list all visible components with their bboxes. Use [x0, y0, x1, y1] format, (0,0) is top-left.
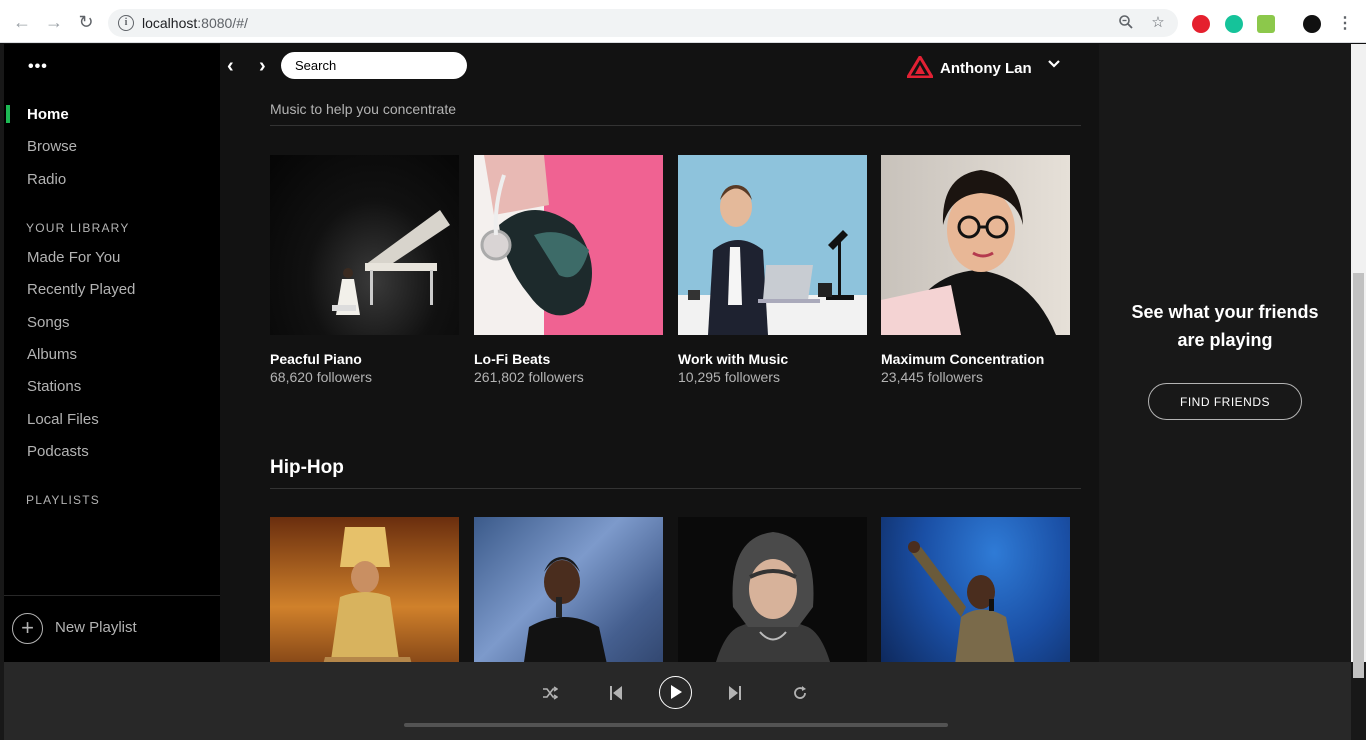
sidebar-item-albums[interactable]: Albums [27, 346, 77, 363]
main-content: ‹ › Anthony Lan Music to help you concen… [220, 44, 1099, 662]
card-title: Lo-Fi Beats [474, 351, 551, 367]
playlist-card[interactable]: Maximum Concentration 23,445 followers [881, 155, 1070, 385]
playlist-card[interactable] [678, 517, 867, 662]
play-icon [671, 685, 682, 699]
grammarly-extension-icon[interactable] [1225, 15, 1243, 33]
user-logo-icon [907, 56, 933, 78]
sidebar-item-browse[interactable]: Browse [27, 138, 77, 155]
playlist-card[interactable]: Work with Music 10,295 followers [678, 155, 867, 385]
artist-mic-image [474, 517, 663, 662]
previous-icon[interactable] [601, 678, 631, 708]
playlist-card[interactable]: Lo-Fi Beats 261,802 followers [474, 155, 663, 385]
piano-image [270, 155, 459, 335]
playlist-card[interactable] [881, 517, 1070, 662]
divider [270, 125, 1081, 126]
sidebar-item-songs[interactable]: Songs [27, 314, 70, 331]
sidebar-item-home[interactable]: Home [27, 106, 69, 123]
sidebar-item-recently-played[interactable]: Recently Played [27, 281, 135, 298]
friends-message: See what your friends are playing [1099, 298, 1351, 354]
address-bar[interactable]: i localhost:8080/#/ ☆ [108, 9, 1178, 37]
shuffle-icon[interactable] [535, 678, 565, 708]
new-playlist-button[interactable]: + New Playlist [4, 595, 220, 662]
profile-avatar[interactable] [1303, 15, 1321, 33]
chevron-right-icon[interactable]: › [259, 55, 266, 78]
new-playlist-label: New Playlist [55, 619, 137, 636]
play-button[interactable] [659, 676, 692, 709]
chevron-down-icon[interactable] [1047, 57, 1061, 76]
sidebar: ••• Home Browse Radio YOUR LIBRARY Made … [4, 44, 220, 662]
artist-gold-image [270, 517, 459, 662]
chevron-left-icon[interactable]: ‹ [227, 55, 234, 78]
playlist-card[interactable] [474, 517, 663, 662]
card-followers: 261,802 followers [474, 369, 584, 385]
progress-bar[interactable] [404, 723, 948, 727]
nodejs-extension-icon[interactable] [1257, 15, 1275, 33]
user-name: Anthony Lan [940, 60, 1032, 77]
reading-image [881, 155, 1070, 335]
playlists-section-title: PLAYLISTS [26, 493, 100, 507]
card-title: Work with Music [678, 351, 789, 367]
player-bar [4, 662, 1351, 740]
opera-extension-icon[interactable] [1192, 15, 1210, 33]
reload-icon[interactable]: ↻ [76, 12, 96, 32]
friends-message-line2: are playing [1177, 330, 1273, 350]
search-input[interactable] [281, 52, 467, 79]
app: ••• Home Browse Radio YOUR LIBRARY Made … [0, 44, 1366, 740]
scrollbar-thumb[interactable] [1353, 273, 1364, 678]
section-heading: Hip-Hop [270, 457, 344, 478]
friends-message-line1: See what your friends [1131, 302, 1319, 322]
card-followers: 10,295 followers [678, 369, 780, 385]
office-image [678, 155, 867, 335]
sidebar-item-stations[interactable]: Stations [27, 378, 81, 395]
browser-toolbar: ← → ↻ i localhost:8080/#/ ☆ ⋮ [0, 0, 1366, 43]
card-followers: 23,445 followers [881, 369, 983, 385]
sidebar-item-made-for-you[interactable]: Made For You [27, 249, 120, 266]
menu-dots-icon[interactable]: ••• [28, 58, 48, 76]
active-indicator [6, 105, 10, 123]
plus-icon: + [12, 613, 43, 644]
next-icon[interactable] [720, 678, 750, 708]
friends-panel: See what your friends are playing FIND F… [1099, 44, 1351, 662]
playlist-card[interactable] [270, 517, 459, 662]
artist-hoodie-image [678, 517, 867, 662]
sidebar-item-radio[interactable]: Radio [27, 171, 66, 188]
divider [270, 488, 1081, 489]
headphones-image [474, 155, 663, 335]
info-icon[interactable]: i [118, 15, 134, 31]
find-friends-button[interactable]: FIND FRIENDS [1148, 383, 1302, 420]
section-subtitle: Music to help you concentrate [270, 101, 456, 117]
back-icon[interactable]: ← [12, 12, 32, 32]
card-title: Maximum Concentration [881, 351, 1045, 367]
browser-menu-icon[interactable]: ⋮ [1336, 15, 1354, 33]
artist-stage-image [881, 517, 1070, 662]
bookmark-star-icon[interactable]: ☆ [1149, 14, 1167, 32]
repeat-icon[interactable] [785, 678, 815, 708]
zoom-icon[interactable] [1117, 14, 1135, 32]
scrollbar[interactable] [1351, 44, 1366, 678]
card-followers: 68,620 followers [270, 369, 372, 385]
playlist-card[interactable]: Peacful Piano 68,620 followers [270, 155, 459, 385]
card-title: Peacful Piano [270, 351, 362, 367]
library-section-title: YOUR LIBRARY [26, 221, 130, 235]
sidebar-item-podcasts[interactable]: Podcasts [27, 443, 89, 460]
forward-icon[interactable]: → [44, 12, 64, 32]
sidebar-item-local-files[interactable]: Local Files [27, 411, 99, 428]
url-text[interactable]: localhost:8080/#/ [142, 15, 248, 31]
